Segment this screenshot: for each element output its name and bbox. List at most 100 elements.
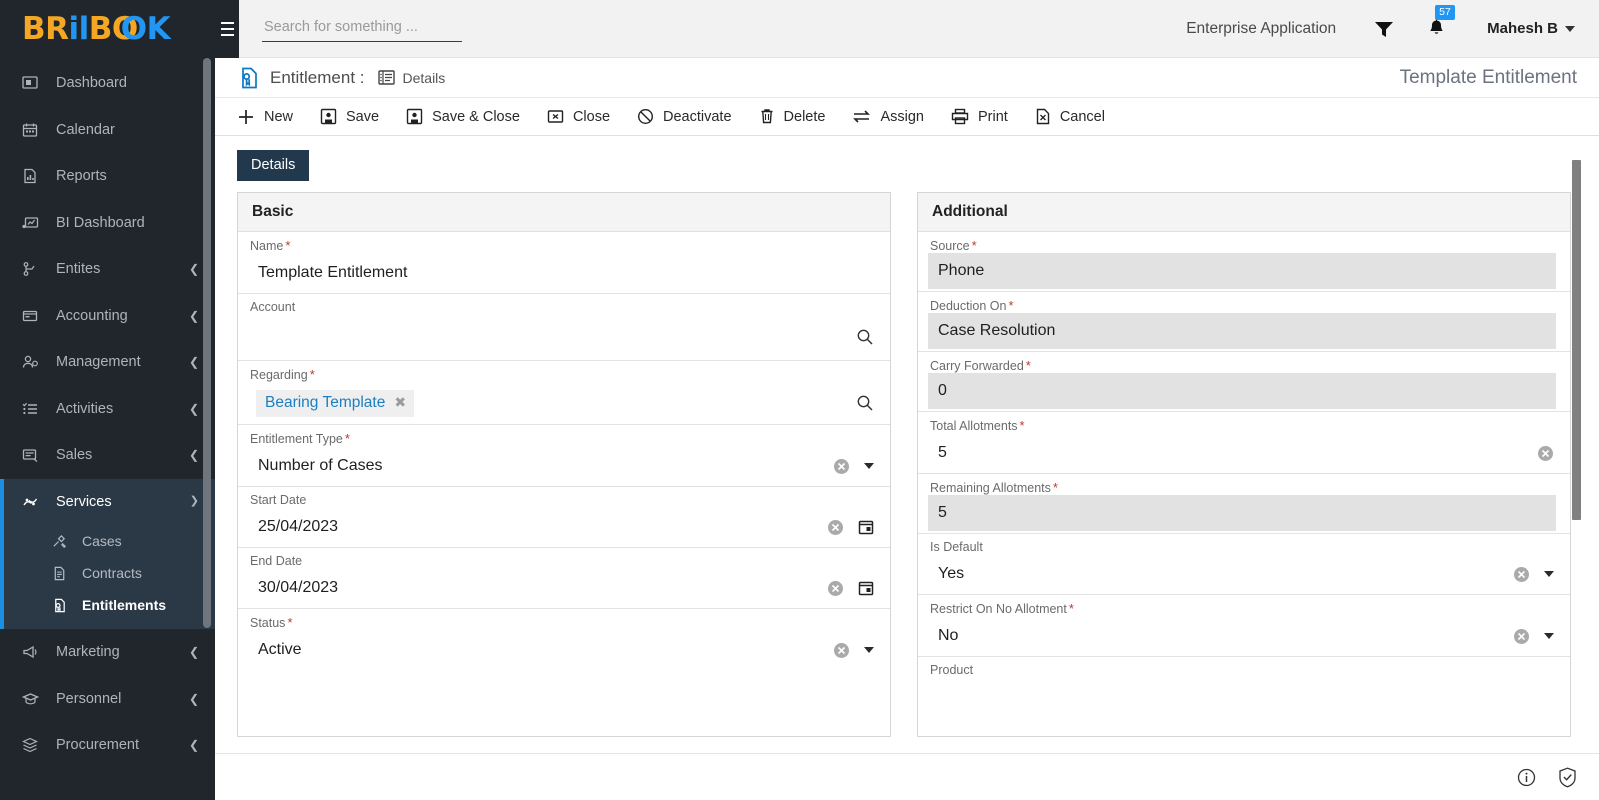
chip-remove-icon[interactable]: ✖ (394, 394, 406, 411)
sidebar-item-bi-dashboard[interactable]: BI Dashboard (0, 200, 215, 247)
required-marker: * (1008, 298, 1014, 313)
sidebar-item-sales[interactable]: Sales ❮ (0, 432, 215, 479)
close-button[interactable]: Close (547, 108, 610, 125)
save-button[interactable]: Save (320, 108, 379, 125)
calendar-icon[interactable] (858, 580, 874, 597)
brand-logo-text: BRilBOOK (22, 13, 171, 45)
sidebar-item-activities[interactable]: Activities ❮ (0, 386, 215, 433)
is-default-select[interactable]: Yes (928, 558, 1503, 590)
application-selector[interactable]: Enterprise Application (1186, 20, 1336, 38)
entitlement-type-select[interactable]: Number of Cases (248, 450, 823, 482)
cancel-button[interactable]: Cancel (1035, 108, 1105, 125)
assign-button[interactable]: Assign (852, 108, 924, 125)
sidebar-item-cases[interactable]: Cases (4, 525, 215, 557)
assign-icon (852, 108, 871, 125)
clear-icon[interactable] (1513, 628, 1530, 645)
account-input[interactable] (248, 320, 846, 354)
report-icon (22, 168, 44, 184)
sidebar-item-entites[interactable]: Entites ❮ (0, 246, 215, 293)
save-and-close-button[interactable]: Save & Close (406, 108, 520, 125)
notifications-bell-icon[interactable]: 57 (1428, 5, 1455, 38)
accounting-icon (22, 308, 44, 324)
save-close-icon (406, 108, 423, 125)
chevron-down-icon[interactable] (864, 647, 874, 653)
required-marker: * (1052, 480, 1058, 495)
regarding-chip[interactable]: Bearing Template ✖ (256, 389, 415, 417)
trash-icon (759, 108, 775, 125)
chevron-down-icon[interactable] (1544, 571, 1554, 577)
sidebar-item-label: Dashboard (56, 75, 127, 92)
entitlement-record-icon (239, 67, 259, 89)
field-end-date: End Date 30/04/2023 (238, 548, 890, 609)
search-icon[interactable] (856, 328, 874, 346)
label-text: End Date (250, 554, 303, 568)
notification-count-badge: 57 (1435, 5, 1455, 20)
regarding-input[interactable]: Bearing Template ✖ (248, 387, 846, 420)
chevron-down-icon[interactable] (1544, 633, 1554, 639)
additional-panel-title: Additional (918, 193, 1570, 232)
field-label: Name * (248, 238, 876, 253)
form-scrollbar-track[interactable] (1572, 148, 1590, 678)
sidebar-item-personnel[interactable]: Personnel ❮ (0, 676, 215, 723)
form-scrollbar-thumb[interactable] (1572, 160, 1581, 520)
record-entity-label: Entitlement : (270, 67, 365, 87)
restrict-on-no-allotment-select[interactable]: No (928, 620, 1503, 652)
brand-logo[interactable]: BRilBOOK (0, 0, 215, 58)
field-entitlement-type: Entitlement Type * Number of Cases (238, 425, 890, 487)
label-text: Account (250, 300, 296, 314)
source-value: Phone (928, 253, 1556, 289)
sidebar-item-reports[interactable]: Reports (0, 153, 215, 200)
deactivate-button[interactable]: Deactivate (637, 108, 732, 125)
additional-panel-body: Source * Phone Deduction On * Case Resolut… (918, 232, 1570, 736)
command-toolbar: New Save Save & Close Close Deactivate D… (215, 98, 1599, 136)
required-marker: * (971, 238, 977, 253)
field-label: Source * (928, 238, 1556, 253)
field-label: Restrict On No Allotment * (928, 601, 1556, 616)
basic-panel-body: Name * Template Entitlement Account Rega… (238, 232, 890, 736)
clear-icon[interactable] (1537, 445, 1554, 462)
clear-icon[interactable] (827, 580, 844, 597)
clear-icon[interactable] (1513, 566, 1530, 583)
shield-check-icon[interactable] (1558, 767, 1577, 788)
total-allotments-input[interactable]: 5 (928, 437, 1527, 469)
calendar-icon[interactable] (858, 519, 874, 536)
info-icon[interactable] (1517, 768, 1536, 787)
new-button[interactable]: New (237, 108, 293, 126)
user-menu[interactable]: Mahesh B (1487, 20, 1575, 37)
status-select[interactable]: Active (248, 634, 823, 666)
search-input[interactable] (262, 15, 462, 42)
sidebar-item-contracts[interactable]: Contracts (4, 557, 215, 589)
hamburger-menu-icon[interactable] (215, 0, 239, 58)
sidebar-item-procurement[interactable]: Procurement ❮ (0, 722, 215, 769)
sidebar-item-entitlements[interactable]: Entitlements (4, 589, 215, 621)
sidebar-item-accounting[interactable]: Accounting ❮ (0, 293, 215, 340)
clear-icon[interactable] (833, 642, 850, 659)
required-marker: * (344, 431, 350, 446)
tab-details[interactable]: Details (237, 150, 310, 181)
sidebar-item-label: BI Dashboard (56, 214, 145, 231)
clear-icon[interactable] (827, 519, 844, 536)
sidebar-item-services[interactable]: Services ❯ (4, 479, 215, 526)
label-text: Restrict On No Allotment (930, 602, 1067, 616)
filter-icon[interactable] (1374, 20, 1394, 38)
end-date-input[interactable]: 30/04/2023 (248, 572, 817, 604)
sidebar-item-calendar[interactable]: Calendar (0, 107, 215, 154)
start-date-input[interactable]: 25/04/2023 (248, 511, 817, 543)
sidebar-item-label: Contracts (82, 565, 142, 581)
print-button[interactable]: Print (951, 108, 1008, 125)
field-label: End Date (248, 554, 876, 568)
chevron-left-icon: ❮ (188, 262, 199, 277)
chevron-down-icon[interactable] (864, 463, 874, 469)
sidebar-scrollbar-thumb[interactable] (203, 58, 211, 628)
name-input[interactable]: Template Entitlement (248, 257, 876, 289)
chevron-left-icon: ❮ (188, 645, 199, 660)
search-icon[interactable] (856, 394, 874, 412)
sidebar-item-marketing[interactable]: Marketing ❮ (0, 629, 215, 676)
clear-icon[interactable] (833, 458, 850, 475)
sidebar-item-dashboard[interactable]: Dashboard (0, 60, 215, 107)
record-view-label[interactable]: Details (403, 70, 446, 86)
app-root: BRilBOOK Dashboard Calendar Reports BI D… (0, 0, 1599, 800)
sidebar-item-management[interactable]: Management ❮ (0, 339, 215, 386)
chevron-left-icon: ❮ (188, 401, 199, 416)
delete-button[interactable]: Delete (759, 108, 825, 125)
